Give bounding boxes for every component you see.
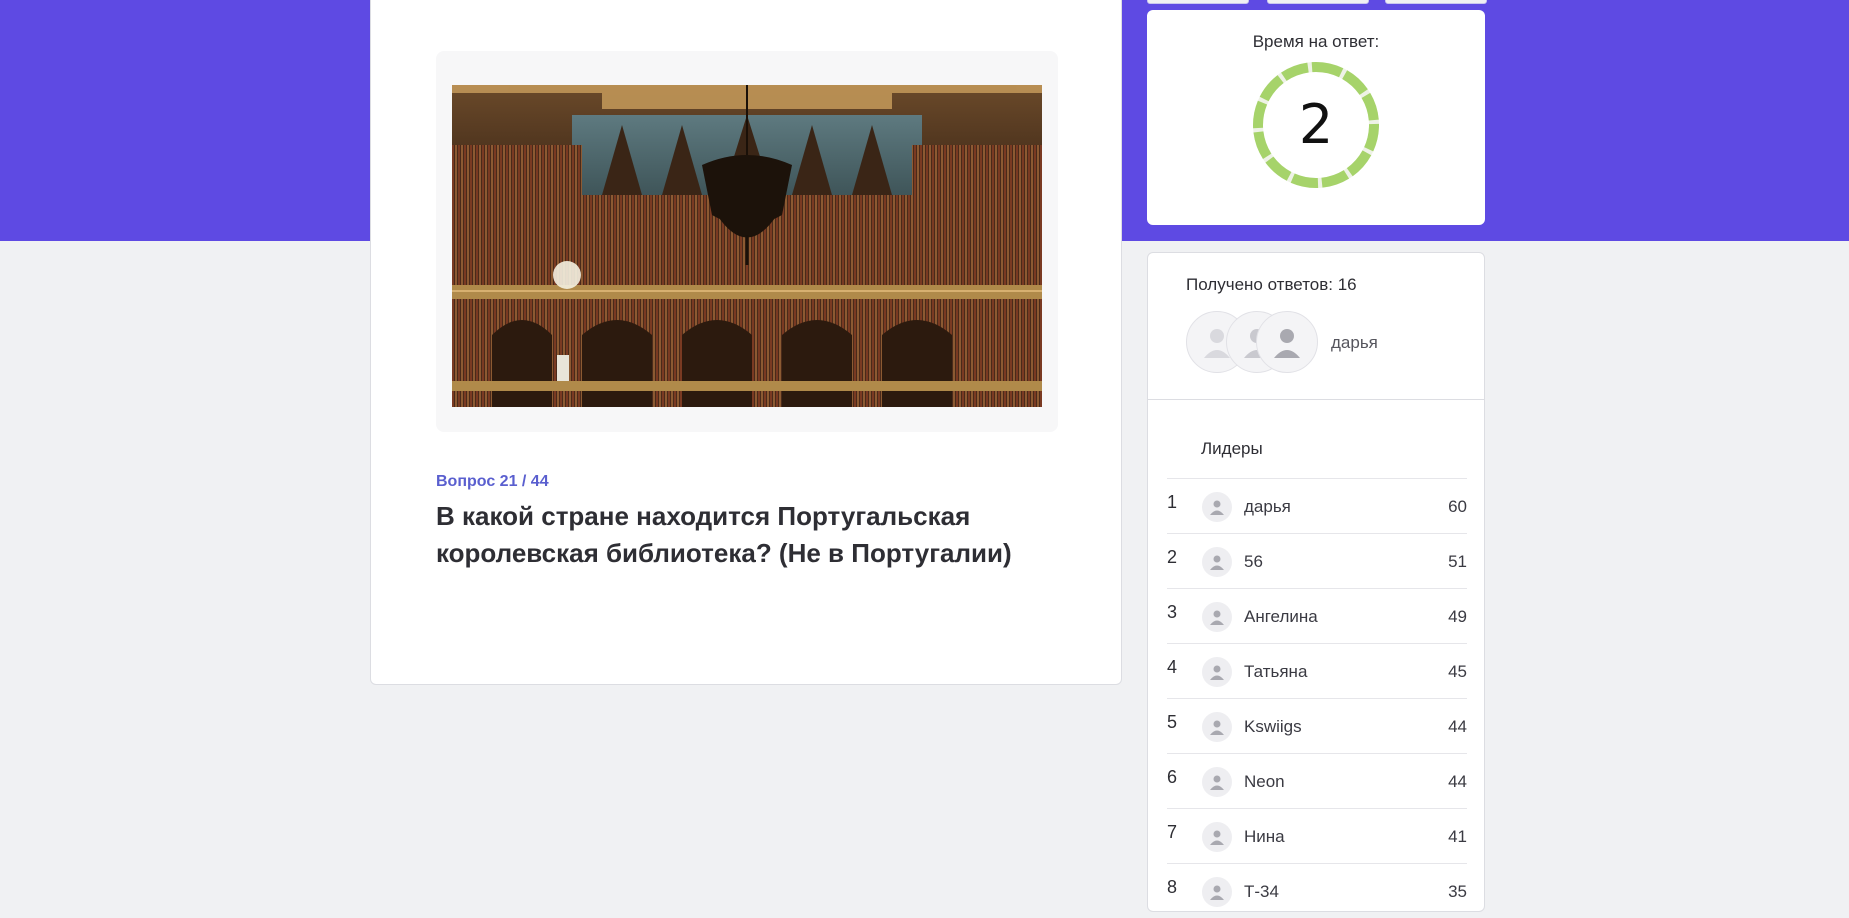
leader-score: 51 [1448, 552, 1467, 571]
leader-name: Татьяна [1244, 662, 1308, 681]
question-image-frame [436, 51, 1058, 432]
user-icon [1210, 610, 1224, 625]
leader-score: 49 [1448, 607, 1467, 626]
leader-rank: 1 [1167, 492, 1178, 512]
timer-label: Время на ответ: [1252, 32, 1380, 51]
answers-count: Получено ответов: 16 [1186, 275, 1357, 294]
top-tab-1[interactable] [1147, 0, 1249, 4]
user-icon [1210, 665, 1224, 680]
panel-divider [1148, 399, 1484, 400]
timer-value: 2 [1298, 93, 1334, 156]
answers-panel: Получено ответов: 16 дарья Лидеры 1 дарь… [1147, 252, 1485, 912]
leader-avatar [1202, 492, 1232, 522]
leader-row: 7 Нина 41 [1167, 808, 1467, 863]
leader-score: 35 [1448, 882, 1467, 901]
leader-rank: 4 [1167, 657, 1178, 677]
leader-row: 3 Ангелина 49 [1167, 588, 1467, 643]
user-icon [1210, 830, 1224, 845]
leaders-list: 1 дарья 60 2 56 51 3 Ангелина 49 4 Татья… [1167, 478, 1467, 918]
leader-rank: 8 [1167, 877, 1178, 897]
leader-rank: 2 [1167, 547, 1178, 567]
leader-rank: 7 [1167, 822, 1178, 842]
leader-score: 60 [1448, 497, 1467, 516]
leader-name: Neon [1244, 772, 1285, 791]
user-icon [1210, 885, 1224, 900]
leader-score: 45 [1448, 662, 1467, 681]
leader-avatar [1202, 877, 1232, 907]
leader-row: 5 Kswiigs 44 [1167, 698, 1467, 753]
question-counter: Вопрос 21 / 44 [436, 473, 549, 490]
leader-row: 2 56 51 [1167, 533, 1467, 588]
question-card: Вопрос 21 / 44 В какой стране находится … [370, 0, 1122, 685]
leader-avatar [1202, 712, 1232, 742]
leader-name: Kswiigs [1244, 717, 1302, 736]
user-icon [1210, 720, 1224, 735]
leader-rank: 5 [1167, 712, 1178, 732]
latest-answer-name: дарья [1331, 333, 1378, 352]
leader-name: Т-34 [1244, 882, 1279, 901]
leader-avatar [1202, 602, 1232, 632]
leader-avatar [1202, 657, 1232, 687]
leaders-title: Лидеры [1201, 439, 1263, 458]
leader-avatar [1202, 547, 1232, 577]
leader-row: 6 Neon 44 [1167, 753, 1467, 808]
leader-row: 8 Т-34 35 [1167, 863, 1467, 918]
leader-row: 4 Татьяна 45 [1167, 643, 1467, 698]
leader-name: дарья [1244, 497, 1291, 516]
leader-name: Ангелина [1244, 607, 1318, 626]
leader-rank: 3 [1167, 602, 1178, 622]
answer-avatar-3 [1256, 311, 1318, 373]
leader-row: 1 дарья 60 [1167, 478, 1467, 533]
library-hall-image [452, 85, 1042, 407]
top-tab-2[interactable] [1267, 0, 1369, 4]
leader-rank: 6 [1167, 767, 1178, 787]
leader-score: 41 [1448, 827, 1467, 846]
leader-score: 44 [1448, 717, 1467, 736]
user-icon [1210, 775, 1224, 790]
user-icon [1274, 329, 1300, 358]
leader-avatar [1202, 822, 1232, 852]
leader-score: 44 [1448, 772, 1467, 791]
leader-avatar [1202, 767, 1232, 797]
user-icon [1210, 500, 1224, 515]
leader-name: 56 [1244, 552, 1263, 571]
leader-name: Нина [1244, 827, 1285, 846]
top-tab-3[interactable] [1385, 0, 1487, 4]
user-icon [1210, 555, 1224, 570]
question-text: В какой стране находится Португальская к… [436, 501, 1012, 568]
timer-card: Время на ответ: 2 [1147, 10, 1485, 225]
